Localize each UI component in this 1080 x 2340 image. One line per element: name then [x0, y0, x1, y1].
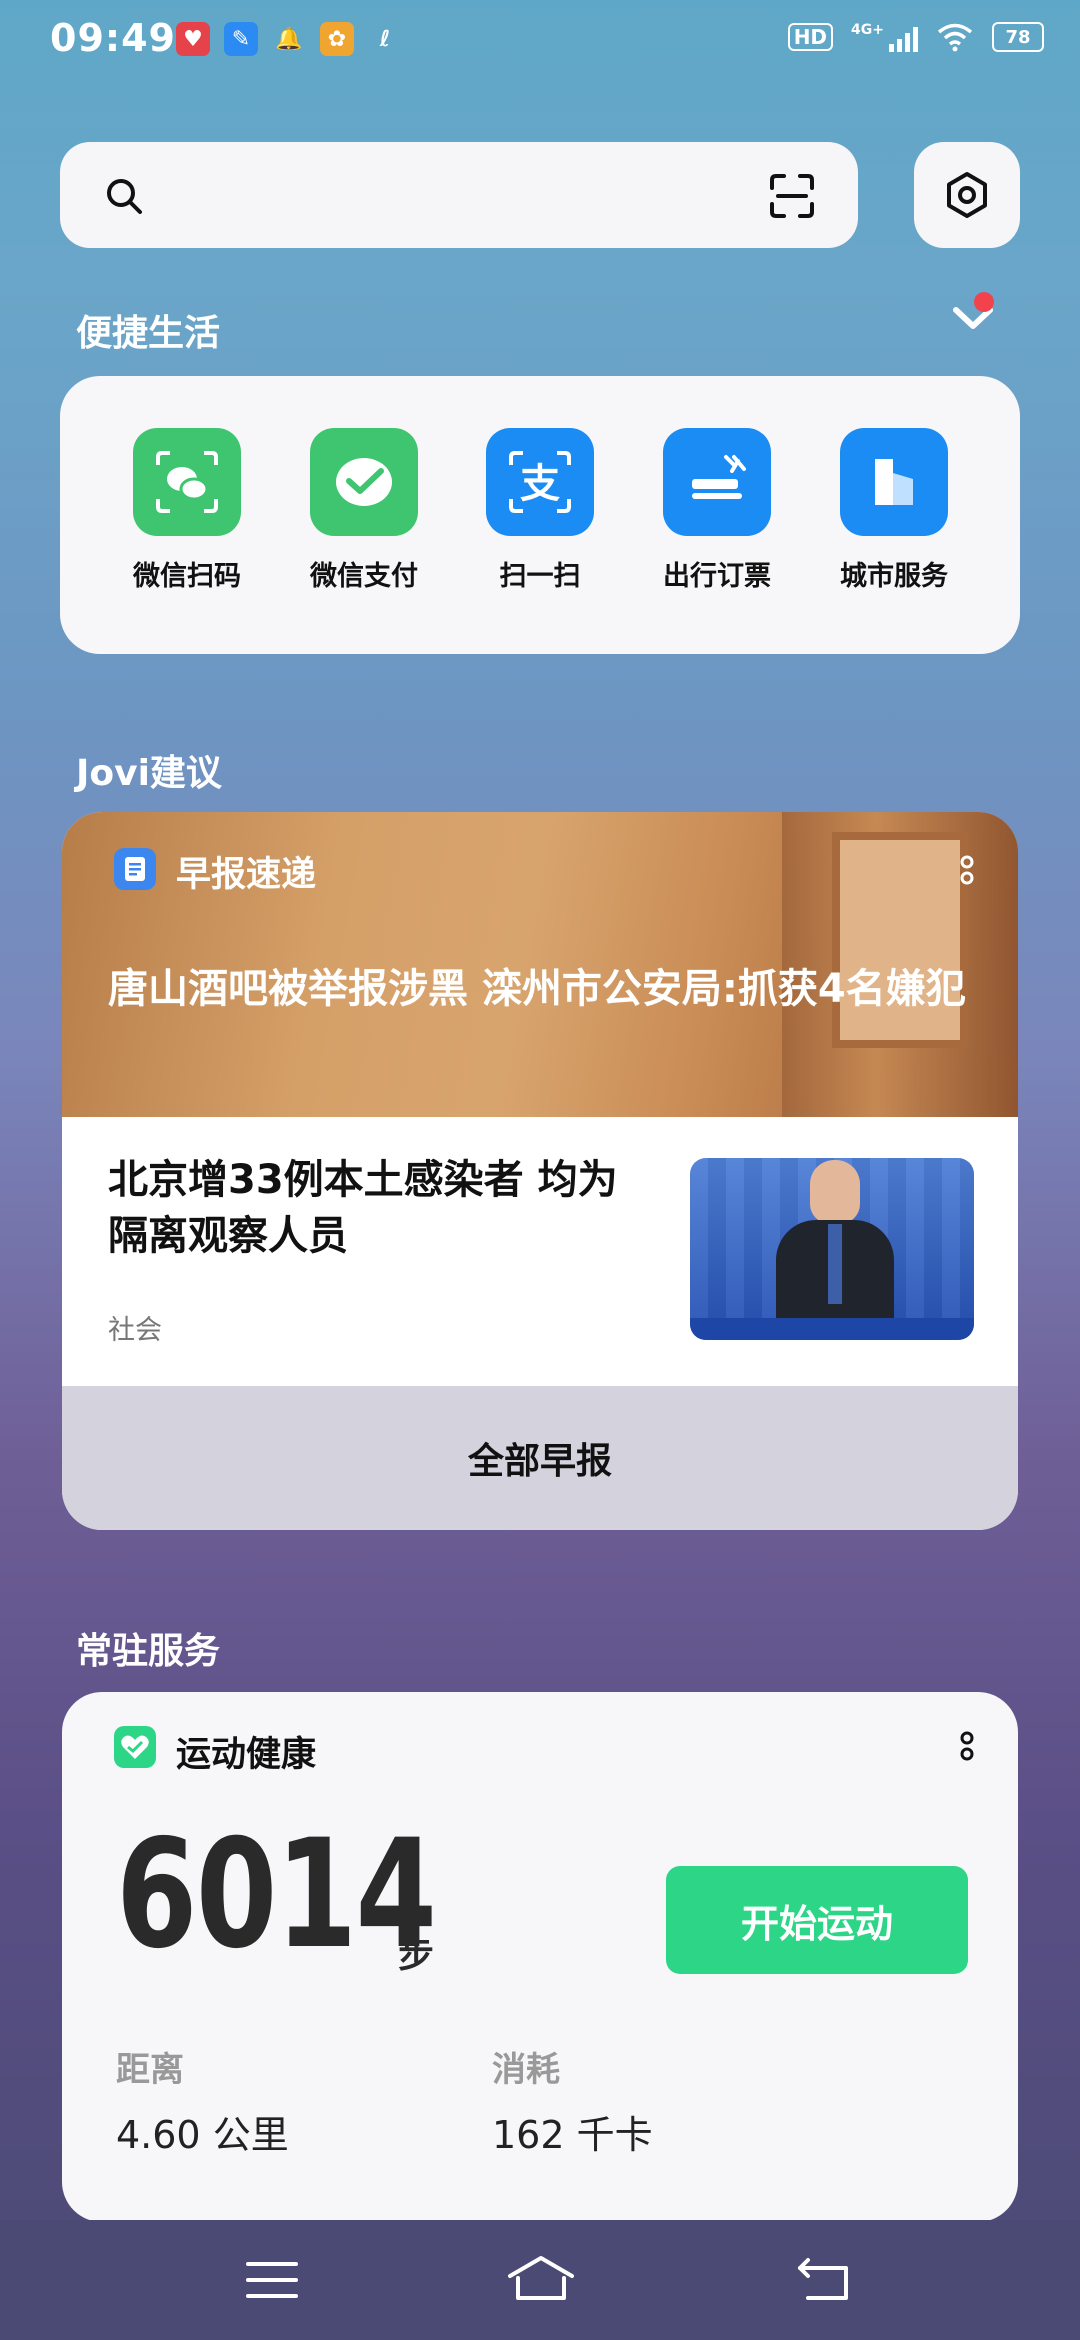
quick-life-title: 便捷生活	[76, 313, 221, 354]
shortcut-wechat-pay[interactable]: 微信支付	[289, 428, 439, 593]
start-exercise-button[interactable]: 开始运动	[666, 1866, 968, 1974]
person-head	[810, 1160, 860, 1224]
news-banner[interactable]: 早报速递 唐山酒吧被举报涉黑 滦州市公安局:抓获4名嫌犯	[62, 812, 1018, 1117]
scan-icon[interactable]	[768, 172, 816, 220]
shortcut-alipay-scan[interactable]: 支 扫一扫	[465, 428, 615, 593]
quick-life-card: 微信扫码 微信支付 支 扫一扫 出行订票 城市服务	[60, 376, 1020, 654]
step-count: 6014	[116, 1808, 437, 1982]
city-service-icon	[840, 428, 948, 536]
sprout-notification-icon: ✿	[320, 22, 354, 56]
telecom-notification-icon: ℓ	[379, 26, 391, 52]
back-icon[interactable]	[796, 2256, 852, 2302]
home-icon[interactable]	[506, 2254, 576, 2302]
shortcut-ticket[interactable]: 出行订票	[642, 428, 792, 593]
health-card[interactable]: 运动健康 6014 步 开始运动 距离 4.60 公里 消耗 162 千卡	[62, 1692, 1018, 2222]
news-item-title[interactable]: 北京增33例本土感染者 均为隔离观察人员	[108, 1152, 648, 1264]
jovi-title: Jovi建议	[76, 753, 222, 794]
resident-title: 常驻服务	[76, 1631, 221, 1672]
calories-value: 162 千卡	[492, 2113, 653, 2157]
more-options-icon[interactable]	[952, 1726, 982, 1766]
expand-button[interactable]	[948, 290, 998, 340]
shortcut-label: 微信支付	[310, 561, 418, 592]
hexagon-settings-icon	[947, 172, 987, 218]
shortcut-label: 微信扫码	[133, 561, 241, 592]
person-tie	[828, 1224, 842, 1304]
news-headline[interactable]: 唐山酒吧被举报涉黑 滦州市公安局:抓获4名嫌犯	[108, 956, 988, 1022]
network-type: 4G+	[851, 22, 884, 38]
compass-notification-icon: ✎	[224, 22, 258, 56]
menu-icon[interactable]	[244, 2258, 300, 2302]
notification-icons: ♥ ✎ 🔔 ✿ ℓ	[176, 22, 402, 56]
heart-health-icon	[114, 1726, 156, 1768]
shortcut-label: 扫一扫	[499, 561, 581, 592]
distance-label: 距离	[116, 2050, 184, 2090]
svg-text:支: 支	[520, 461, 560, 507]
status-bar: 09:49 ♥ ✎ 🔔 ✿ ℓ HD 4G+ 78	[0, 0, 1080, 90]
navigation-bar	[0, 2220, 1080, 2340]
search-bar[interactable]	[60, 142, 858, 248]
newspaper-icon	[114, 848, 156, 890]
hd-badge: HD	[787, 23, 834, 51]
app-notification-icon: ♥	[176, 22, 210, 56]
shortcut-wechat-scan[interactable]: 微信扫码	[112, 428, 262, 593]
health-card-title: 运动健康	[176, 1735, 317, 1775]
battery-icon: 78	[992, 22, 1044, 52]
shortcut-label: 出行订票	[663, 561, 771, 592]
alipay-scan-icon: 支	[486, 428, 594, 536]
all-news-button[interactable]: 全部早报	[62, 1386, 1018, 1530]
distance-value: 4.60 公里	[116, 2113, 289, 2157]
qq-notification-icon: 🔔	[275, 26, 303, 52]
news-card-title: 早报速递	[176, 855, 317, 895]
settings-button[interactable]	[914, 142, 1020, 248]
wifi-icon	[937, 23, 973, 52]
news-card[interactable]: 早报速递 唐山酒吧被举报涉黑 滦州市公安局:抓获4名嫌犯 北京增33例本土感染者…	[62, 812, 1018, 1530]
notification-dot	[974, 292, 994, 312]
calories-label: 消耗	[492, 2050, 560, 2090]
clock: 09:49	[50, 16, 176, 60]
signal-icon: 4G+	[851, 22, 918, 52]
news-thumbnail[interactable]	[690, 1158, 974, 1340]
wechat-pay-icon	[310, 428, 418, 536]
news-item-tag: 社会	[108, 1315, 162, 1346]
more-options-icon[interactable]	[952, 850, 982, 890]
flight-ticket-icon	[663, 428, 771, 536]
search-icon[interactable]	[104, 176, 144, 216]
shortcut-city-service[interactable]: 城市服务	[819, 428, 969, 593]
shortcut-label: 城市服务	[840, 561, 948, 592]
step-unit: 步	[398, 1935, 435, 1976]
wechat-scan-icon	[133, 428, 241, 536]
system-status: HD 4G+ 78	[787, 22, 1044, 52]
